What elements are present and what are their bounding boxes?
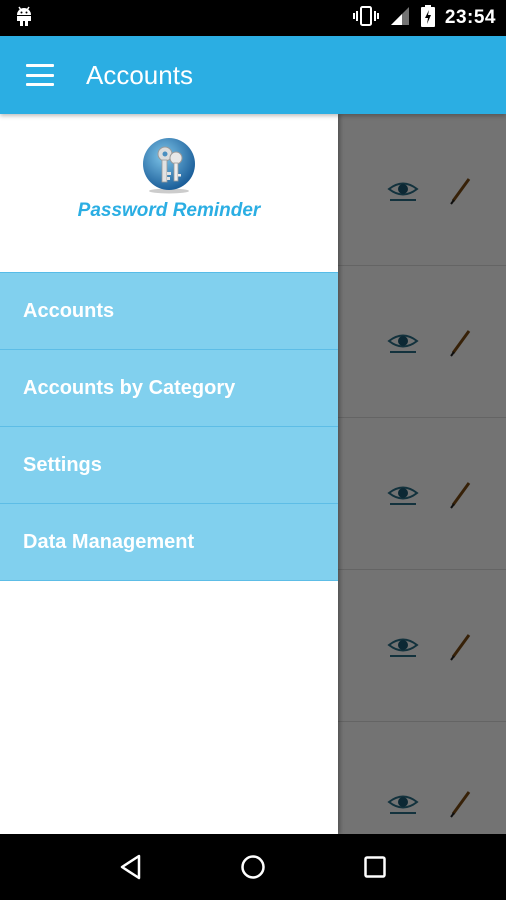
drawer-menu: Accounts Accounts by Category Settings D… (0, 272, 338, 581)
vibrate-icon (352, 5, 379, 32)
battery-charging-icon (420, 4, 435, 32)
drawer-item-accounts[interactable]: Accounts (0, 273, 338, 350)
drawer-header: Password Reminder (0, 114, 338, 272)
drawer-item-data-management[interactable]: Data Management (0, 504, 338, 581)
app-name: Password Reminder (77, 200, 261, 221)
status-time: 23:54 (444, 7, 496, 28)
status-bar: 23:54 (0, 0, 506, 36)
hamburger-menu-icon[interactable] (26, 64, 54, 86)
recents-icon[interactable] (357, 849, 393, 885)
back-icon[interactable] (113, 849, 149, 885)
keys-globe-icon (140, 136, 198, 194)
app-bar-title: Accounts (86, 59, 193, 90)
home-icon[interactable] (235, 849, 271, 885)
android-icon (14, 5, 34, 32)
navigation-drawer: Password Reminder Accounts Accounts by C… (0, 114, 338, 834)
drawer-item-accounts-by-category[interactable]: Accounts by Category (0, 350, 338, 427)
drawer-item-settings[interactable]: Settings (0, 427, 338, 504)
app-bar: Accounts (0, 36, 506, 114)
system-nav-bar (0, 834, 506, 900)
signal-icon (389, 5, 411, 32)
